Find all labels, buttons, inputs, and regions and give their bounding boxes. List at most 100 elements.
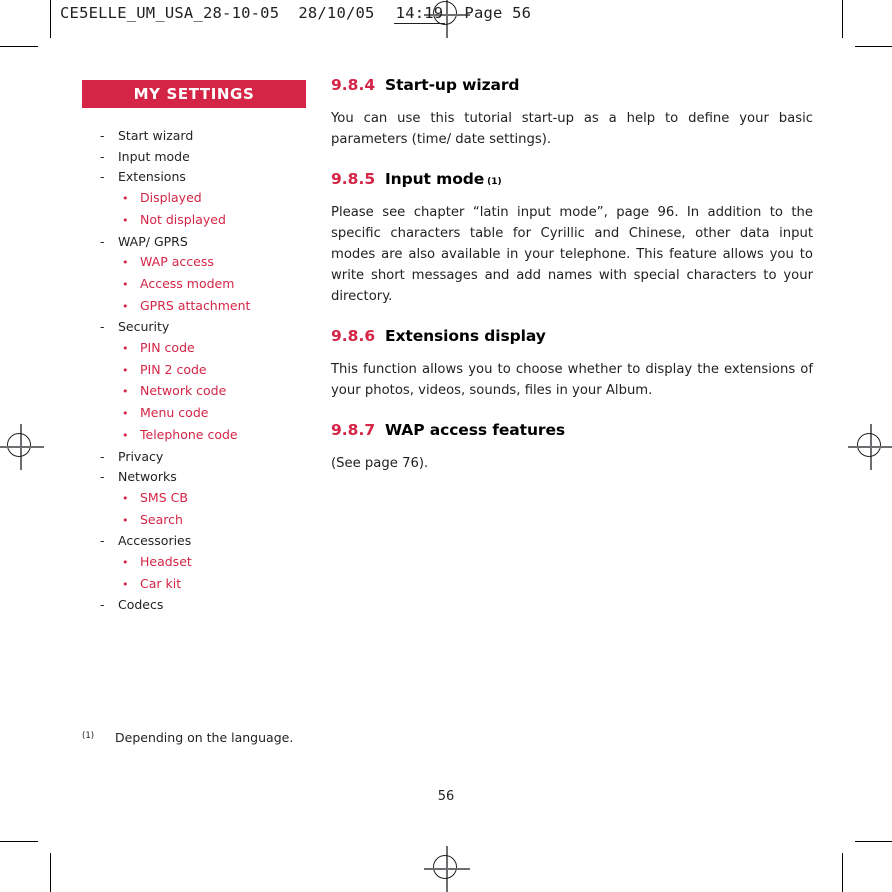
toc-item-label: Codecs: [118, 597, 164, 613]
toc-item[interactable]: - Codecs: [82, 595, 306, 616]
toc-dash-icon: -: [100, 448, 105, 464]
toc-item-label: WAP/ GPRS: [118, 233, 188, 249]
toc-item[interactable]: • Displayed: [82, 188, 306, 210]
section-title: Extensions display: [385, 327, 546, 345]
toc-item[interactable]: • WAP access: [82, 252, 306, 274]
toc-dash-icon: -: [100, 319, 105, 335]
toc-item[interactable]: • SMS CB: [82, 488, 306, 510]
toc-dash-icon: -: [100, 533, 105, 549]
sidebar-title-bar: MY SETTINGS: [82, 80, 306, 108]
toc-item[interactable]: • Search: [82, 510, 306, 532]
body-paragraph: This function allows you to choose wheth…: [331, 362, 813, 398]
print-header: CE5ELLE_UM_USA_28-10-05 28/10/05 14:19 P…: [60, 4, 532, 24]
toc-dash-icon: -: [100, 233, 105, 249]
section-footnote-marker: (1): [487, 177, 502, 187]
main-content-column: 9.8.4 Start-up wizard You can use this tut…: [331, 76, 813, 494]
toc-item[interactable]: • Network code: [82, 381, 306, 403]
toc-bullet-icon: •: [122, 491, 129, 505]
crop-mark-bottom-left-horizontal: [0, 841, 38, 842]
toc-bullet-icon: •: [122, 192, 129, 206]
body-paragraph: You can use this tutorial start-up as a …: [331, 111, 813, 147]
toc-item-label: Telephone code: [140, 426, 238, 442]
header-time: 14:19: [393, 4, 446, 24]
section-number: 9.8.6: [331, 327, 376, 345]
toc-item[interactable]: • Access modem: [82, 274, 306, 296]
registration-mark-right: [848, 424, 892, 470]
crop-mark-top-left-horizontal: [0, 46, 38, 47]
toc-item[interactable]: • PIN 2 code: [82, 360, 306, 382]
toc-bullet-icon: •: [122, 363, 129, 377]
footnote-text: Depending on the language.: [115, 730, 294, 745]
toc-bullet-icon: •: [122, 256, 129, 270]
toc-item[interactable]: - Extensions: [82, 167, 306, 188]
toc-bullet-icon: •: [122, 513, 129, 527]
toc-item[interactable]: - Privacy: [82, 447, 306, 468]
toc-item[interactable]: • PIN code: [82, 338, 306, 360]
toc-bullet-icon: •: [122, 385, 129, 399]
header-date: 28/10/05: [298, 4, 375, 22]
toc-bullet-icon: •: [122, 342, 129, 356]
footnote: (1) Depending on the language.: [82, 730, 293, 745]
section-title: WAP access features: [385, 421, 565, 439]
toc-item[interactable]: - WAP/ GPRS: [82, 232, 306, 253]
toc-bullet-icon: •: [122, 428, 129, 442]
toc-dash-icon: -: [100, 128, 105, 143]
body-paragraph: (See page 76).: [331, 456, 429, 471]
section-number: 9.8.7: [331, 421, 376, 439]
toc-item[interactable]: • GPRS attachment: [82, 296, 306, 318]
toc-item-label: SMS CB: [140, 489, 188, 505]
toc-item-label: Input mode: [118, 148, 190, 164]
toc-item[interactable]: - Start wizard: [82, 126, 306, 147]
section-number: 9.8.4: [331, 76, 376, 94]
section-heading: 9.8.6 Extensions display: [331, 327, 813, 345]
toc-item-label: GPRS attachment: [140, 297, 251, 313]
toc-item[interactable]: • Telephone code: [82, 425, 306, 447]
toc-item[interactable]: • Menu code: [82, 403, 306, 425]
toc-item-label: Network code: [140, 383, 227, 399]
toc-item[interactable]: • Car kit: [82, 574, 306, 596]
toc-item-label: Not displayed: [140, 211, 226, 227]
toc-item[interactable]: • Headset: [82, 552, 306, 574]
crop-mark-bottom-right-horizontal: [855, 841, 892, 842]
toc-bullet-icon: •: [122, 299, 129, 313]
toc-item-label: Access modem: [140, 275, 235, 291]
section-title: Input mode: [385, 170, 485, 188]
crop-mark-top-right-horizontal: [855, 46, 892, 47]
toc-bullet-icon: •: [122, 213, 129, 227]
toc-item-label: Car kit: [140, 575, 182, 591]
toc-dash-icon: -: [100, 469, 105, 485]
toc-item-label: PIN 2 code: [140, 361, 207, 377]
toc-item-label: Security: [118, 319, 170, 335]
registration-mark-left: [0, 424, 44, 470]
toc-item[interactable]: - Accessories: [82, 531, 306, 552]
toc-item-label: WAP access: [140, 254, 214, 270]
page-number: 56: [437, 789, 455, 804]
section-heading: 9.8.7 WAP access features: [331, 421, 813, 439]
toc-item[interactable]: - Input mode: [82, 147, 306, 168]
toc-item-label: Accessories: [118, 533, 192, 549]
section-number: 9.8.5: [331, 170, 376, 188]
toc-item[interactable]: • Not displayed: [82, 210, 306, 232]
toc-bullet-icon: •: [122, 577, 129, 591]
toc-item-label: Headset: [140, 554, 192, 570]
toc-item[interactable]: - Security: [82, 317, 306, 338]
toc-dash-icon: -: [100, 148, 105, 164]
crop-mark-bottom-left-vertical: [50, 853, 51, 892]
sidebar: MY SETTINGS - Start wizard - Input mode - Ext…: [82, 80, 306, 616]
toc-bullet-icon: •: [122, 277, 129, 291]
toc-item-label: Menu code: [140, 405, 209, 421]
toc-dash-icon: -: [100, 597, 105, 613]
crop-mark-top-left-vertical: [50, 0, 51, 38]
body-paragraph: Please see chapter “latin input mode”, p…: [331, 205, 813, 304]
header-page-label: Page 56: [464, 4, 532, 22]
sidebar-title: MY SETTINGS: [133, 85, 255, 103]
toc-item-label: Displayed: [140, 190, 202, 206]
toc-item-label: Start wizard: [118, 128, 194, 143]
toc-bullet-icon: •: [122, 556, 129, 570]
crop-mark-top-right-vertical: [842, 0, 843, 38]
toc-item-label: Extensions: [118, 169, 186, 185]
crop-mark-bottom-right-vertical: [842, 853, 843, 892]
toc-item[interactable]: - Networks: [82, 467, 306, 488]
toc-item-label: Search: [140, 511, 183, 527]
toc-item-label: Privacy: [118, 448, 164, 464]
